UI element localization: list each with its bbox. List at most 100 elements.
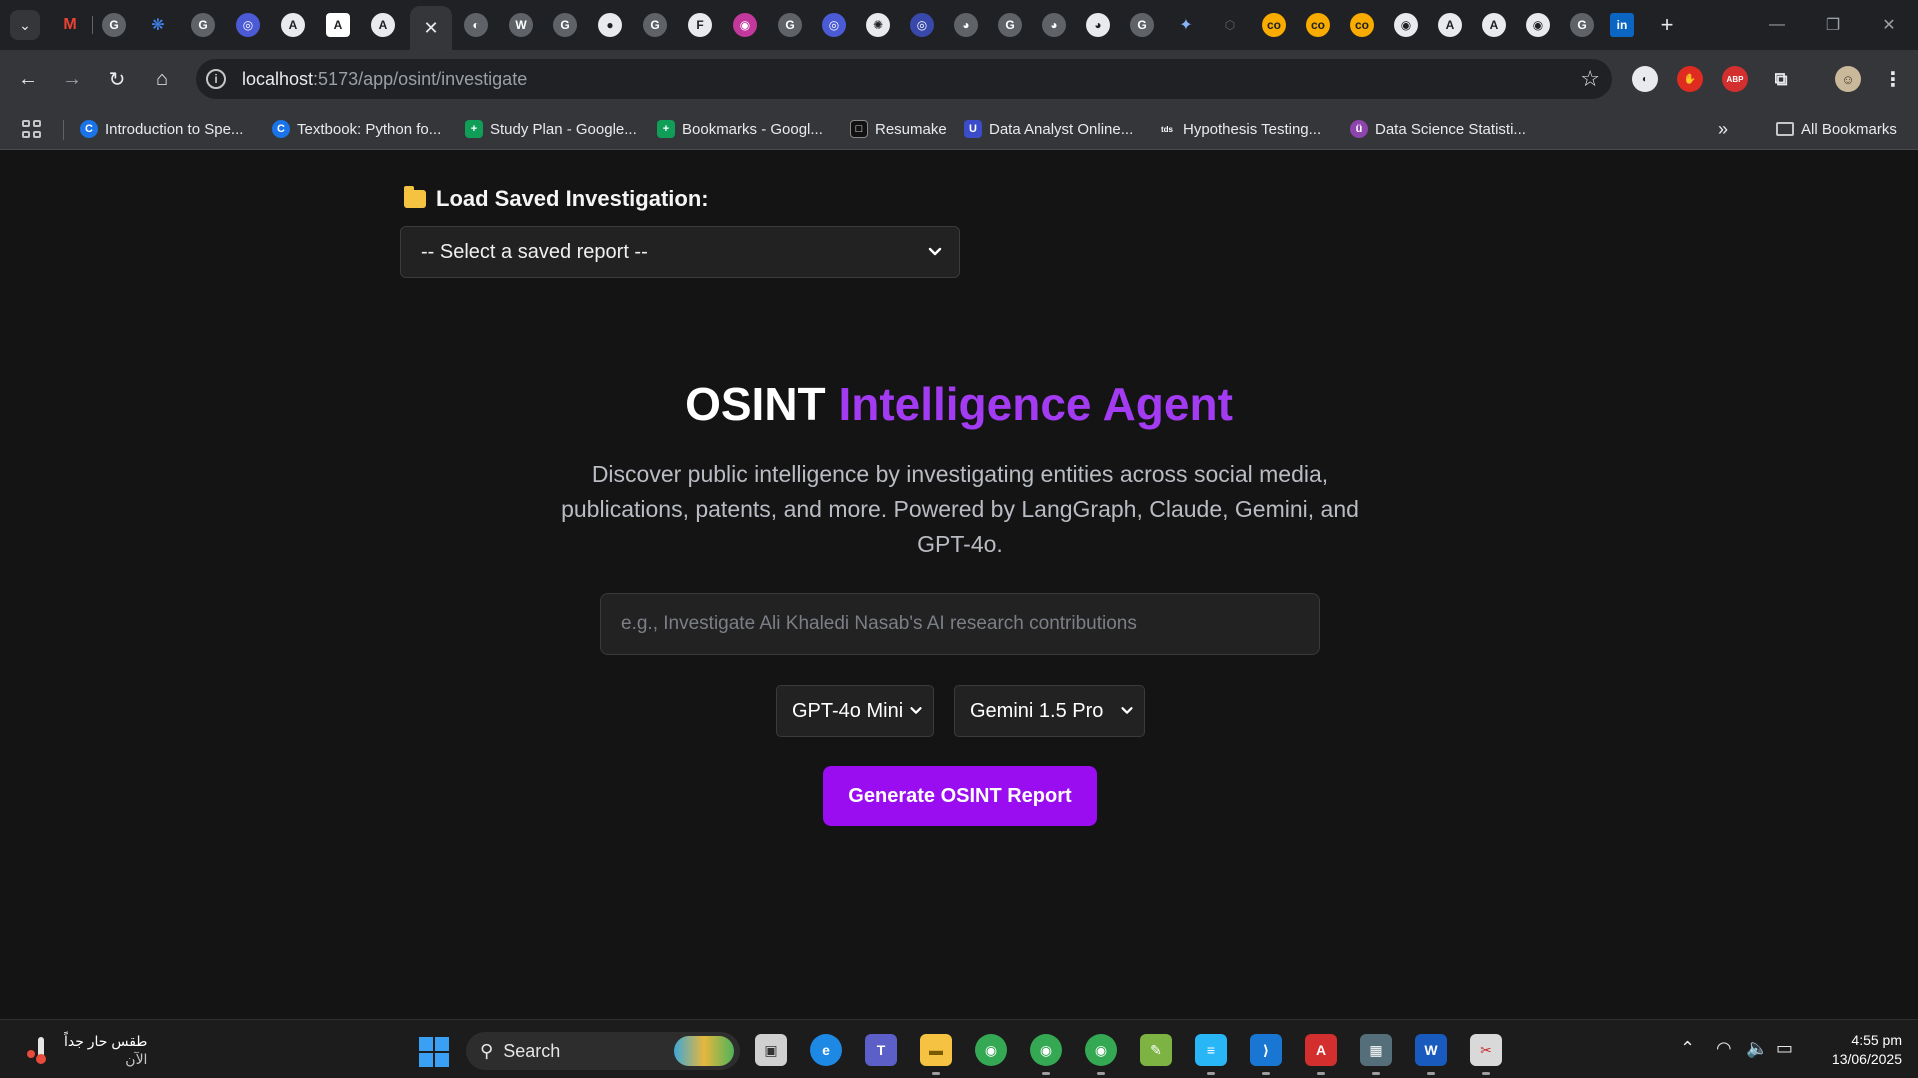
github-icon[interactable]: ◕ <box>1042 13 1066 37</box>
wordpress-icon[interactable]: W <box>509 13 533 37</box>
tab-search-button[interactable]: ⌄ <box>10 10 40 40</box>
anthropic-icon[interactable]: A <box>1438 13 1462 37</box>
investigation-query-input[interactable] <box>600 593 1320 655</box>
menu-dots-icon[interactable]: ⋮ <box>1880 66 1906 92</box>
anthropic-icon[interactable]: A <box>326 13 350 37</box>
chrome-icon[interactable]: ◉ <box>975 1034 1007 1066</box>
bookmark-item[interactable]: U Data Analyst Online... <box>964 117 1133 141</box>
notepad-plus-icon[interactable]: ✎ <box>1140 1034 1172 1066</box>
address-bar[interactable]: i localhost:5173/app/osint/investigate ☆ <box>196 59 1612 99</box>
google-icon[interactable]: G <box>1570 13 1594 37</box>
back-button[interactable]: ← <box>12 63 44 95</box>
url-text[interactable]: localhost:5173/app/osint/investigate <box>242 69 527 90</box>
system-clock[interactable]: 4:55 pm 13/06/2025 <box>1812 1031 1902 1069</box>
gmail-icon[interactable]: M <box>58 13 82 37</box>
wifi-icon[interactable]: ◠ <box>1716 1038 1732 1059</box>
bookmark-item[interactable]: ü Data Science Statisti... <box>1350 117 1526 141</box>
speaker-muted-icon[interactable]: 🔈 <box>1746 1038 1768 1059</box>
gemini-icon[interactable]: ✦ <box>1174 13 1198 37</box>
reload-button[interactable]: ↻ <box>101 63 133 95</box>
extension-icon[interactable]: ◐ <box>1632 66 1658 92</box>
colab-icon[interactable]: co <box>1262 13 1286 37</box>
forward-button[interactable]: → <box>56 63 88 95</box>
tab-active[interactable]: ✕ <box>410 6 452 50</box>
primary-model-value: GPT-4o Mini <box>792 699 904 722</box>
weather-widget[interactable]: طقس حار جداً الآن <box>64 1032 147 1068</box>
resumake-icon: □ <box>850 120 868 138</box>
bookmark-item[interactable]: + Bookmarks - Googl... <box>657 117 823 141</box>
saved-report-select[interactable]: -- Select a saved report -- <box>400 226 960 278</box>
site-info-icon[interactable]: i <box>206 69 226 89</box>
calculator-icon[interactable]: ▦ <box>1360 1034 1392 1066</box>
chrome-icon[interactable]: ◉ <box>1030 1034 1062 1066</box>
anthropic-icon[interactable]: A <box>1482 13 1506 37</box>
edge-icon[interactable]: e <box>810 1034 842 1066</box>
close-icon[interactable]: ✕ <box>423 18 438 39</box>
figma-icon[interactable]: F <box>688 13 712 37</box>
bookmark-item[interactable]: C Textbook: Python fo... <box>272 117 441 141</box>
colab-icon[interactable]: co <box>1350 13 1374 37</box>
chevron-up-icon[interactable]: ⌃ <box>1680 1038 1695 1059</box>
profile-avatar[interactable]: ☺ <box>1835 66 1861 92</box>
butterfly-icon[interactable]: ❋ <box>146 13 170 37</box>
anthropic-icon[interactable]: A <box>281 13 305 37</box>
acrobat-icon[interactable]: A <box>1305 1034 1337 1066</box>
bookmark-item[interactable]: C Introduction to Spe... <box>80 117 243 141</box>
new-tab-button[interactable]: + <box>1654 12 1680 38</box>
home-button[interactable]: ⌂ <box>146 63 178 95</box>
google-icon[interactable]: G <box>191 13 215 37</box>
openai-icon[interactable]: ✺ <box>866 13 890 37</box>
restore-button[interactable]: ❐ <box>1810 10 1856 40</box>
snipping-tool-icon[interactable]: ✂ <box>1470 1034 1502 1066</box>
minimize-button[interactable]: — <box>1754 10 1800 40</box>
adblock-hand-icon[interactable]: ✋ <box>1677 66 1703 92</box>
github-icon[interactable]: ◕ <box>954 13 978 37</box>
google-icon[interactable]: G <box>102 13 126 37</box>
taskbar-search[interactable]: ⚲ Search <box>466 1032 740 1070</box>
bookmark-item[interactable]: + Study Plan - Google... <box>465 117 637 141</box>
all-bookmarks[interactable]: All Bookmarks <box>1776 117 1897 141</box>
anthropic-icon[interactable]: A <box>371 13 395 37</box>
chrome-icon[interactable]: ◉ <box>1526 13 1550 37</box>
google-icon[interactable]: G <box>998 13 1022 37</box>
circle-app-icon[interactable]: ◉ <box>733 13 757 37</box>
close-window-button[interactable]: ✕ <box>1866 10 1912 40</box>
thermometer-icon[interactable] <box>24 1034 50 1066</box>
generate-report-button[interactable]: Generate OSINT Report <box>823 766 1097 826</box>
chrome-icon[interactable]: ◉ <box>1085 1034 1117 1066</box>
circle-app-icon[interactable]: ◎ <box>236 13 260 37</box>
task-view-icon[interactable]: ▣ <box>755 1034 787 1066</box>
secondary-model-select[interactable]: Gemini 1.5 Pro <box>954 685 1145 737</box>
google-icon[interactable]: G <box>553 13 577 37</box>
google-icon[interactable]: G <box>778 13 802 37</box>
word-icon[interactable]: W <box>1415 1034 1447 1066</box>
linkedin-icon[interactable]: in <box>1610 13 1634 37</box>
generic-icon[interactable]: ⬡ <box>1218 13 1242 37</box>
google-icon[interactable]: G <box>643 13 667 37</box>
chrome-icon[interactable]: ◉ <box>1394 13 1418 37</box>
windows-start-icon[interactable] <box>419 1037 449 1067</box>
battery-icon[interactable]: ▭ <box>1776 1038 1793 1059</box>
circle-app-icon[interactable]: ◎ <box>910 13 934 37</box>
extensions-puzzle-icon[interactable]: ⧉ <box>1768 66 1794 92</box>
bookmark-item[interactable]: □ Resumake <box>850 117 947 141</box>
notepad-icon[interactable]: ≡ <box>1195 1034 1227 1066</box>
url-path: :5173/app/osint/investigate <box>313 69 528 89</box>
github-icon[interactable]: ◕ <box>1086 13 1110 37</box>
circle-app-icon[interactable]: ● <box>598 13 622 37</box>
google-icon[interactable]: G <box>1130 13 1154 37</box>
adblock-plus-icon[interactable]: ABP <box>1722 66 1748 92</box>
file-explorer-icon[interactable]: ▬ <box>920 1034 952 1066</box>
colab-icon[interactable]: co <box>1306 13 1330 37</box>
apps-grid-icon[interactable] <box>22 120 42 138</box>
globe-icon[interactable]: ◐ <box>464 13 488 37</box>
bookmark-item[interactable]: tds Hypothesis Testing... <box>1158 117 1321 141</box>
primary-model-select[interactable]: GPT-4o Mini <box>776 685 934 737</box>
circle-app-icon[interactable]: ◎ <box>822 13 846 37</box>
bookmark-star-icon[interactable]: ☆ <box>1580 66 1600 92</box>
more-bookmarks-chevron-icon[interactable]: » <box>1718 117 1728 141</box>
vscode-icon[interactable]: ⟩ <box>1250 1034 1282 1066</box>
bookmark-label: Textbook: Python fo... <box>297 120 442 138</box>
teams-icon[interactable]: T <box>865 1034 897 1066</box>
bookmark-label: Data Analyst Online... <box>989 120 1134 138</box>
